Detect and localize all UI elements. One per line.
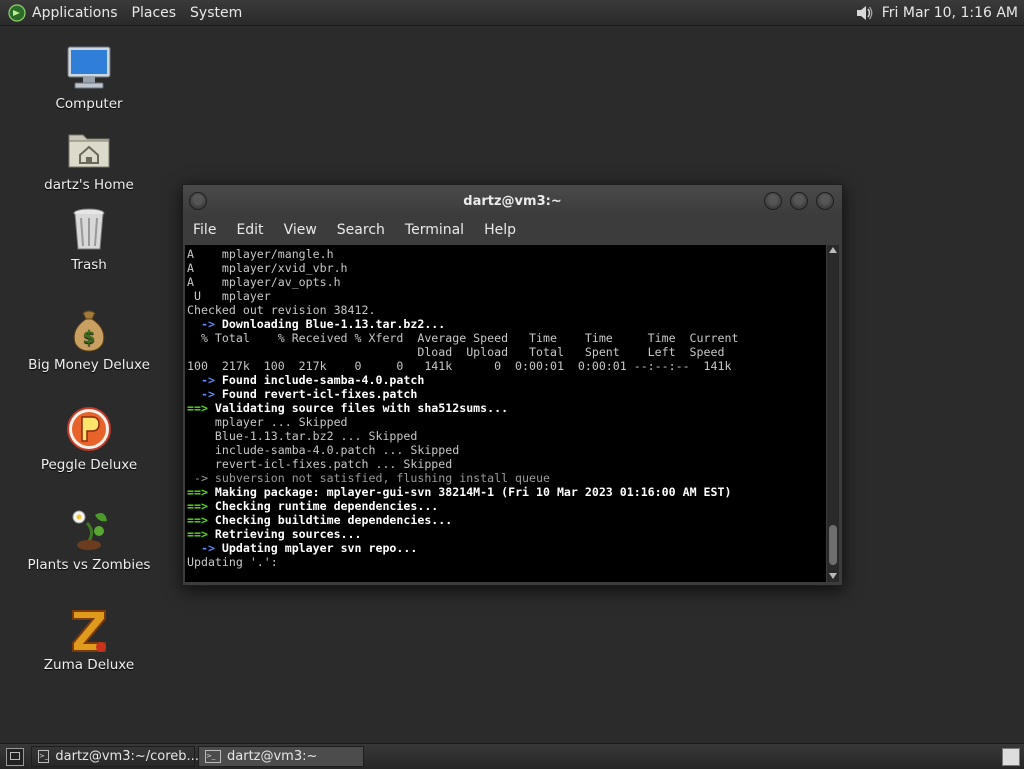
scroll-up-icon[interactable] — [829, 247, 837, 253]
sub-arrow: -> — [187, 317, 222, 331]
terminal-line: % Total % Received % Xferd Average Speed… — [187, 331, 739, 345]
terminal-window[interactable]: dartz@vm3:~ File Edit View Search Termin… — [182, 184, 843, 586]
terminal-line: ==> Checking buildtime dependencies... — [187, 513, 826, 527]
desktop-icon-computer[interactable]: Computer — [26, 44, 152, 112]
desktop-icon-peggle[interactable]: Peggle Deluxe — [26, 405, 152, 473]
menu-file[interactable]: File — [193, 222, 216, 238]
terminal-line: include-samba-4.0.patch ... Skipped — [187, 443, 460, 457]
line-text: Making package: mplayer-gui-svn 38214M-1… — [214, 485, 732, 499]
menu-help[interactable]: Help — [484, 222, 516, 238]
taskbar-button[interactable]: >_ dartz@vm3:~/coreb... — [31, 746, 199, 767]
minimize-icon[interactable] — [764, 192, 782, 210]
menu-places[interactable]: Places — [132, 5, 177, 21]
sub-arrow: -> — [187, 387, 222, 401]
terminal-line: -> Found include-samba-4.0.patch — [187, 373, 826, 387]
desktop-icon-trash[interactable]: Trash — [26, 205, 152, 273]
line-text: Validating source files with sha512sums.… — [214, 401, 509, 415]
desktop-icon-label: dartz's Home — [44, 177, 134, 193]
terminal-line: revert-icl-fixes.patch ... Skipped — [187, 457, 453, 471]
money-bag-icon: $ — [65, 305, 113, 353]
sub-arrow: -> — [187, 541, 222, 555]
desktop-icon-label: Computer — [55, 96, 123, 112]
desktop-icon-label: Zuma Deluxe — [43, 657, 135, 673]
terminal-line: 100 217k 100 217k 0 0 141k 0 0:00:01 0:0… — [187, 359, 732, 373]
zuma-icon — [65, 605, 113, 653]
menu-applications[interactable]: Applications — [32, 5, 118, 21]
menu-view[interactable]: View — [284, 222, 317, 238]
desktop-icon-zuma[interactable]: Zuma Deluxe — [26, 605, 152, 673]
desktop-icon-label: Plants vs Zombies — [27, 557, 151, 573]
line-text: Checking runtime dependencies... — [214, 499, 439, 513]
terminal-menubar: File Edit View Search Terminal Help — [183, 217, 842, 243]
desktop-icon-big-money[interactable]: $ Big Money Deluxe — [26, 305, 152, 373]
terminal-output[interactable]: A mplayer/mangle.h A mplayer/xvid_vbr.h A … — [185, 245, 826, 582]
terminal-line: Checked out revision 38412. — [187, 303, 376, 317]
terminal-line: -> subversion not satisfied, flushing in… — [187, 471, 550, 485]
terminal-line: ==> Making package: mplayer-gui-svn 3821… — [187, 485, 826, 499]
desktop-icon-home[interactable]: dartz's Home — [26, 125, 152, 193]
terminal-line: Dload Upload Total Spent Left Speed — [187, 345, 725, 359]
desktop-icon-label: Trash — [71, 257, 107, 273]
terminal-scrollbar[interactable] — [827, 245, 839, 582]
prompt-arrow: ==> — [187, 485, 215, 499]
menu-system[interactable]: System — [190, 5, 242, 21]
close-icon[interactable] — [816, 192, 834, 210]
sub-arrow: -> — [187, 373, 222, 387]
window-titlebar[interactable]: dartz@vm3:~ — [183, 185, 842, 217]
terminal-line: ==> Validating source files with sha512s… — [187, 401, 826, 415]
terminal-app-icon: >_ — [205, 750, 221, 763]
trash-icon — [65, 205, 113, 253]
scrollbar-thumb[interactable] — [829, 525, 837, 565]
prompt-arrow: ==> — [187, 527, 215, 541]
home-folder-icon — [65, 125, 113, 173]
terminal-line: ==> Checking runtime dependencies... — [187, 499, 826, 513]
desktop-icon-label: Big Money Deluxe — [28, 357, 150, 373]
clock[interactable]: Fri Mar 10, 1:16 AM — [882, 5, 1018, 21]
menu-terminal[interactable]: Terminal — [405, 222, 464, 238]
maximize-icon[interactable] — [790, 192, 808, 210]
taskbar-button-label: dartz@vm3:~ — [227, 749, 318, 764]
workspace-switcher[interactable] — [1002, 747, 1020, 766]
line-text: Downloading Blue-1.13.tar.bz2... — [221, 317, 446, 331]
desktop-icon-label: Peggle Deluxe — [40, 457, 138, 473]
scroll-down-icon[interactable] — [829, 573, 837, 579]
terminal-line: mplayer ... Skipped — [187, 415, 348, 429]
terminal-line: Blue-1.13.tar.bz2 ... Skipped — [187, 429, 418, 443]
show-desktop-icon[interactable] — [6, 747, 24, 766]
terminal-line: Updating '.': — [187, 555, 278, 569]
desktop-icon-plants-vs-zombies[interactable]: Plants vs Zombies — [26, 505, 152, 573]
terminal-line: A mplayer/av_opts.h — [187, 275, 341, 289]
line-text: Found revert-icl-fixes.patch — [221, 387, 418, 401]
terminal-line: A mplayer/mangle.h — [187, 247, 334, 261]
peggle-icon — [65, 405, 113, 453]
terminal-line: ==> Retrieving sources... — [187, 527, 826, 541]
taskbar-button-label: dartz@vm3:~/coreb... — [55, 749, 199, 764]
prompt-arrow: ==> — [187, 513, 215, 527]
distro-logo-icon[interactable] — [8, 3, 26, 22]
menu-search[interactable]: Search — [337, 222, 385, 238]
prompt-arrow: ==> — [187, 401, 215, 415]
taskbar-button-active[interactable]: >_ dartz@vm3:~ — [198, 746, 364, 767]
computer-icon — [65, 44, 113, 92]
svg-text:$: $ — [83, 327, 96, 348]
line-text: Found include-samba-4.0.patch — [221, 373, 425, 387]
plants-icon — [65, 505, 113, 553]
bottom-panel: >_ dartz@vm3:~/coreb... >_ dartz@vm3:~ — [0, 743, 1024, 769]
terminal-line: -> Downloading Blue-1.13.tar.bz2... — [187, 317, 826, 331]
menu-edit[interactable]: Edit — [236, 222, 263, 238]
prompt-arrow: ==> — [187, 499, 215, 513]
terminal-line: U mplayer — [187, 289, 271, 303]
terminal-app-icon: >_ — [38, 750, 50, 763]
line-text: Checking buildtime dependencies... — [214, 513, 453, 527]
terminal-line: -> Found revert-icl-fixes.patch — [187, 387, 826, 401]
terminal-line: A mplayer/xvid_vbr.h — [187, 261, 348, 275]
terminal-line: -> Updating mplayer svn repo... — [187, 541, 826, 555]
volume-icon[interactable] — [854, 3, 874, 23]
window-title: dartz@vm3:~ — [463, 193, 562, 209]
line-text: Updating mplayer svn repo... — [221, 541, 418, 555]
line-text: Retrieving sources... — [214, 527, 362, 541]
window-menu-icon[interactable] — [189, 192, 207, 210]
system-tray: Fri Mar 10, 1:16 AM — [854, 3, 1024, 23]
top-panel: Applications Places System Fri Mar 10, 1… — [0, 0, 1024, 26]
